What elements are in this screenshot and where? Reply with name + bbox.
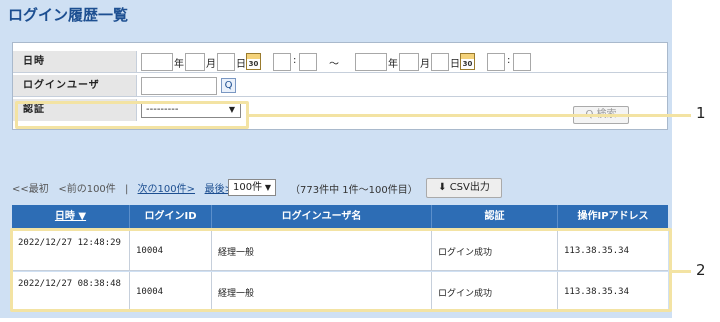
- search-icon: Q: [224, 80, 233, 91]
- pagination: <<最初 <前の100件 | 次の100件> 最後>>: [12, 184, 242, 195]
- day-unit: 日: [450, 59, 460, 70]
- csv-export-button[interactable]: ⬇ CSV出力: [426, 178, 502, 198]
- first-page-link: <<最初: [12, 184, 49, 195]
- to-month-input[interactable]: [399, 53, 419, 71]
- rows-highlight-frame: [10, 228, 672, 312]
- page-size-value: 100件: [233, 182, 263, 193]
- column-auth: 認証: [432, 205, 558, 229]
- column-user-name: ログインユーザ名: [212, 205, 432, 229]
- time-colon: :: [293, 55, 297, 66]
- column-ip-address: 操作IPアドレス: [577, 211, 649, 222]
- day-unit: 日: [236, 59, 246, 70]
- calendar-icon[interactable]: 30: [460, 53, 475, 70]
- to-hour-input[interactable]: [487, 53, 505, 71]
- page-size-select[interactable]: 100件 ▼: [228, 179, 276, 196]
- table-header: 日時 ▼ ログインID ログインユーザ名 認証 操作IPアドレス: [12, 205, 668, 229]
- to-year-input[interactable]: [355, 53, 387, 71]
- login-user-input[interactable]: [141, 77, 217, 95]
- month-unit: 月: [206, 59, 216, 70]
- chevron-down-icon: ▼: [264, 183, 271, 192]
- result-range: （773件中 1件～100件目）: [290, 185, 418, 196]
- from-year-input[interactable]: [141, 53, 173, 71]
- download-icon: ⬇: [438, 182, 447, 193]
- time-colon: :: [507, 55, 511, 66]
- callout-line-2: [671, 270, 691, 273]
- year-unit: 年: [388, 59, 398, 70]
- page-title: ログイン履歴一覧: [8, 6, 129, 24]
- from-hour-input[interactable]: [273, 53, 291, 71]
- callout-line-1: [249, 114, 691, 117]
- column-datetime[interactable]: 日時 ▼: [12, 205, 130, 229]
- next-page-link[interactable]: 次の100件>: [138, 184, 195, 195]
- csv-export-label: CSV出力: [449, 182, 490, 193]
- column-login-id: ログインID: [130, 205, 212, 229]
- prev-page-link: <前の100件: [58, 184, 116, 195]
- from-day-input[interactable]: [217, 53, 235, 71]
- range-tilde: ～: [329, 59, 339, 70]
- to-minute-input[interactable]: [513, 53, 531, 71]
- to-day-input[interactable]: [431, 53, 449, 71]
- callout-number-2: 2: [696, 261, 706, 279]
- month-unit: 月: [420, 59, 430, 70]
- datetime-row: 日時 年 月 日 30 : ～ 年 月 日 30 :: [13, 51, 667, 73]
- from-month-input[interactable]: [185, 53, 205, 71]
- from-minute-input[interactable]: [299, 53, 317, 71]
- year-unit: 年: [174, 59, 184, 70]
- auth-highlight-frame: [15, 101, 249, 129]
- login-user-label: ログインユーザ: [13, 75, 137, 96]
- datetime-label: 日時: [13, 51, 137, 72]
- calendar-icon[interactable]: 30: [246, 53, 261, 70]
- user-lookup-button[interactable]: Q: [221, 78, 236, 93]
- callout-number-1: 1: [696, 104, 706, 122]
- user-row: ログインユーザ Q: [13, 75, 667, 97]
